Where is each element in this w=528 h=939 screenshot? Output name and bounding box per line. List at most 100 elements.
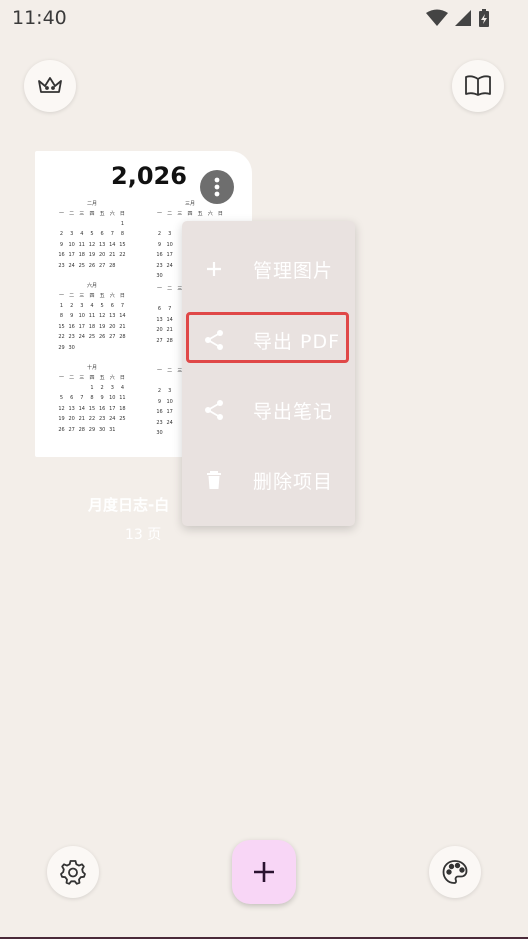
- status-bar: 11:40: [0, 0, 528, 36]
- day-cell: [77, 221, 86, 232]
- weekday-label: 日: [119, 375, 125, 381]
- day-cell: 3: [80, 302, 84, 309]
- day-cell: 30: [68, 344, 75, 351]
- day-cell: 1: [120, 220, 125, 227]
- day-cell: 17: [78, 323, 85, 330]
- weekday-label: 一: [58, 293, 64, 299]
- day-cell: 3: [70, 231, 74, 237]
- menu-item-delete-project[interactable]: 删除项目: [182, 450, 355, 510]
- day-cell: 5: [90, 231, 94, 237]
- day-cell: 8: [59, 313, 64, 319]
- day-cell: [165, 221, 174, 232]
- day-cell: 14: [166, 316, 173, 323]
- day-cell: [155, 378, 164, 389]
- gear-icon: [60, 860, 86, 885]
- day-cell: 1: [59, 302, 64, 309]
- day-cell: 4: [90, 302, 94, 309]
- day-cell: 19: [58, 416, 65, 422]
- weekday-label: 四: [89, 375, 95, 381]
- day-cell: 10: [166, 241, 173, 248]
- status-icons: [426, 8, 490, 28]
- week-row: 29 30: [57, 345, 127, 356]
- weekday-label: 六: [109, 293, 115, 299]
- day-cell: 15: [119, 241, 126, 248]
- day-cell: 2: [59, 231, 64, 237]
- day-cell: 20: [98, 252, 106, 258]
- settings-button[interactable]: [47, 846, 99, 898]
- day-cell: 18: [78, 252, 85, 258]
- card-title: 月度日志-白: [88, 496, 170, 514]
- day-cell: 28: [119, 334, 126, 340]
- day-cell: [165, 378, 174, 389]
- day-cell: 28: [78, 426, 85, 433]
- day-cell: [155, 296, 164, 307]
- day-cell: [108, 221, 117, 232]
- day-cell: 23: [68, 334, 75, 340]
- day-cell: [87, 221, 96, 232]
- day-cell: 23: [58, 262, 65, 269]
- day-cell: 10: [78, 313, 85, 319]
- day-cell: 1: [90, 384, 94, 391]
- day-cell: 13: [68, 405, 75, 412]
- day-cell: 29: [58, 344, 65, 351]
- day-cell: 4: [80, 231, 84, 237]
- day-cell: 23: [156, 419, 163, 426]
- add-project-button[interactable]: [232, 840, 296, 904]
- day-cell: [77, 345, 86, 356]
- theme-button[interactable]: [429, 846, 481, 898]
- day-cell: 14: [119, 313, 126, 319]
- day-cell: 10: [68, 241, 75, 248]
- crown-button[interactable]: [24, 60, 76, 112]
- weekday-row: 一二三四五六日: [57, 210, 127, 221]
- day-cell: 9: [70, 313, 74, 319]
- day-cell: 25: [119, 416, 126, 422]
- day-cell: 27: [109, 334, 116, 340]
- palette-icon: [442, 860, 468, 884]
- plus-icon: [207, 262, 221, 276]
- day-cell: 3: [110, 384, 114, 391]
- day-cell: 26: [58, 426, 65, 433]
- week-row: 8 9 10 11 12 13 14: [57, 313, 127, 324]
- day-cell: 12: [98, 313, 106, 319]
- day-cell: 14: [78, 405, 85, 412]
- day-cell: 27: [68, 426, 75, 433]
- day-cell: 26: [88, 262, 96, 269]
- menu-item-export-notes[interactable]: 导出笔记: [182, 380, 355, 440]
- day-cell: [165, 430, 174, 441]
- more-options-button[interactable]: [200, 170, 234, 204]
- book-button[interactable]: [452, 60, 504, 112]
- weekday-label: 一: [156, 368, 162, 374]
- day-cell: [98, 345, 107, 356]
- month-name: 六月: [86, 283, 97, 289]
- day-cell: 3: [168, 388, 172, 394]
- weekday-label: 一: [156, 286, 162, 292]
- weekday-label: 六: [109, 211, 115, 217]
- day-cell: 2: [157, 231, 162, 237]
- mini-calendar-month: 二月一二三四五六日 1 2 3 4 5 6 7 8 9 10 11 12 13 14 15 16 17 18 19 20…: [57, 200, 127, 273]
- day-cell: 6: [110, 302, 114, 309]
- weekday-label: 五: [197, 211, 203, 217]
- day-cell: 13: [109, 313, 116, 319]
- day-cell: 8: [90, 395, 94, 401]
- day-cell: 20: [109, 323, 116, 330]
- weekday-label: 二: [69, 375, 75, 381]
- day-cell: 7: [110, 231, 114, 237]
- week-row: 1234: [57, 385, 127, 396]
- day-cell: 21: [119, 323, 126, 330]
- weekday-label: 日: [217, 211, 223, 217]
- day-cell: 8: [120, 231, 125, 237]
- day-cell: 23: [156, 262, 163, 269]
- context-menu: 管理图片 导出 PDF 导出笔记 删除项目: [182, 221, 355, 526]
- day-cell: 11: [88, 313, 96, 319]
- week-row: 15 16 17 18 19 20 21: [57, 324, 127, 335]
- day-cell: 3: [168, 231, 172, 237]
- day-cell: [118, 263, 127, 274]
- menu-item-manage-images[interactable]: 管理图片: [182, 239, 355, 299]
- day-cell: 29: [88, 426, 96, 433]
- day-cell: 20: [156, 327, 163, 333]
- day-cell: [98, 221, 107, 232]
- weekday-label: 日: [119, 211, 125, 217]
- weekday-label: 五: [99, 375, 105, 381]
- day-cell: 18: [88, 323, 96, 330]
- weekday-label: 一: [58, 375, 64, 381]
